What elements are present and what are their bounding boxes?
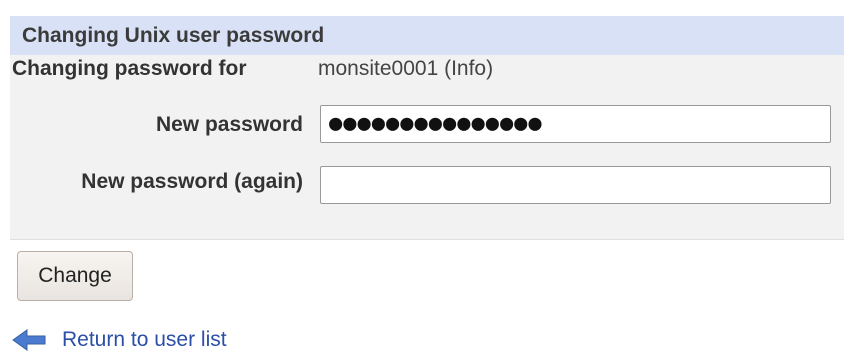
username-value: monsite0001 (Info) [318, 57, 494, 80]
page: Changing Unix user password Changing pas… [0, 0, 844, 353]
change-button[interactable]: Change [17, 251, 133, 301]
return-to-user-list-link[interactable]: Return to user list [12, 327, 227, 353]
left-arrow-icon [12, 328, 46, 352]
new-password-label: New password [155, 113, 303, 136]
new-password-again-label: New password (again) [81, 170, 303, 193]
new-password-input[interactable]: ●●●●●●●●●●●●●●● [320, 105, 831, 143]
return-link-label[interactable]: Return to user list [62, 328, 227, 352]
changing-password-for-label: Changing password for [12, 57, 247, 80]
panel-title: Changing Unix user password [10, 16, 844, 55]
new-password-again-input[interactable] [320, 166, 831, 204]
